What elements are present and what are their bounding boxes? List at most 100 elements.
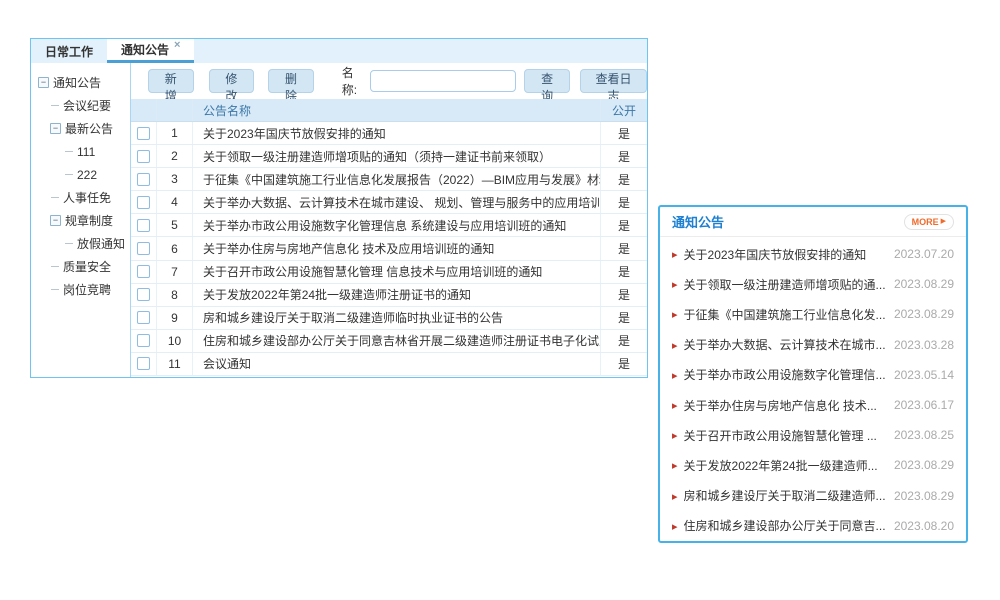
- tree-expand-icon[interactable]: [64, 169, 73, 180]
- notice-title[interactable]: 房和城乡建设厅关于取消二级建造师...: [684, 487, 886, 504]
- tree-expand-icon[interactable]: [50, 284, 59, 295]
- row-checkbox[interactable]: [137, 334, 150, 347]
- tree-node[interactable]: 最新公告: [31, 117, 130, 140]
- tree-expand-icon[interactable]: [64, 146, 73, 157]
- tree-expand-icon[interactable]: [50, 261, 59, 272]
- table-row[interactable]: 1 关于2023年国庆节放假安排的通知 是: [131, 122, 647, 145]
- tree-node[interactable]: 人事任免: [31, 186, 130, 209]
- notice-list-item[interactable]: 住房和城乡建设部办公厅关于同意吉... 2023.08.20: [672, 511, 954, 541]
- tree-node[interactable]: 岗位竞聘: [31, 278, 130, 301]
- notice-list-item[interactable]: 关于发放2022年第24批一级建造师... 2023.08.29: [672, 450, 954, 480]
- notice-list-item[interactable]: 于征集《中国建筑施工行业信息化发... 2023.08.29: [672, 299, 954, 329]
- notice-list-item[interactable]: 关于2023年国庆节放假安排的通知 2023.07.20: [672, 239, 954, 269]
- row-checkbox[interactable]: [137, 311, 150, 324]
- announcement-name[interactable]: 房和城乡建设厅关于取消二级建造师临时执业证书的公告: [193, 307, 601, 329]
- bullet-arrow-icon: [672, 305, 684, 323]
- tree-node[interactable]: 111: [31, 140, 130, 163]
- content-area: 新增 修改 删除 名称: 查询 查看日志 公告名称 公开 1: [131, 63, 647, 377]
- row-index: 5: [157, 214, 193, 236]
- notice-list-item[interactable]: 关于召开市政公用设施智慧化管理 ... 2023.08.25: [672, 420, 954, 450]
- tree-node[interactable]: 222: [31, 163, 130, 186]
- announcement-name[interactable]: 关于发放2022年第24批一级建造师注册证书的通知: [193, 284, 601, 306]
- notice-list-item[interactable]: 关于领取一级注册建造师增项贴的通... 2023.08.29: [672, 269, 954, 299]
- announcement-name[interactable]: 关于举办市政公用设施数字化管理信息 系统建设与应用培训班的通知: [193, 214, 601, 236]
- checkbox-cell: [131, 261, 157, 283]
- row-checkbox[interactable]: [137, 150, 150, 163]
- announcement-name[interactable]: 于征集《中国建筑施工行业信息化发展报告（2022）—BIM应用与发展》材料的函: [193, 168, 601, 190]
- row-checkbox[interactable]: [137, 265, 150, 278]
- tree-node[interactable]: 会议纪要: [31, 94, 130, 117]
- notice-list: 关于2023年国庆节放假安排的通知 2023.07.20 关于领取一级注册建造师…: [660, 237, 966, 541]
- search-button[interactable]: 查询: [524, 69, 570, 93]
- notice-title[interactable]: 关于举办大数据、云计算技术在城市...: [684, 336, 886, 353]
- bullet-arrow-icon: [672, 487, 684, 505]
- row-checkbox[interactable]: [137, 127, 150, 140]
- tree-node[interactable]: 质量安全: [31, 255, 130, 278]
- table-row[interactable]: 2 关于领取一级注册建造师增项贴的通知（须持一建证书前来领取） 是: [131, 145, 647, 168]
- table-row[interactable]: 7 关于召开市政公用设施智慧化管理 信息技术与应用培训班的通知 是: [131, 261, 647, 284]
- tab-notice-announcement[interactable]: 通知公告 ×: [107, 39, 194, 63]
- row-index: 10: [157, 330, 193, 352]
- tree-node-label: 222: [77, 168, 97, 182]
- notice-board-widget: 通知公告 MORE ▶ 关于2023年国庆节放假安排的通知 2023.07.20…: [658, 205, 968, 543]
- notice-list-item[interactable]: 关于举办大数据、云计算技术在城市... 2023.03.28: [672, 330, 954, 360]
- tree-expand-icon[interactable]: [50, 123, 61, 134]
- table-row[interactable]: 5 关于举办市政公用设施数字化管理信息 系统建设与应用培训班的通知 是: [131, 214, 647, 237]
- table-row[interactable]: 9 房和城乡建设厅关于取消二级建造师临时执业证书的公告 是: [131, 307, 647, 330]
- public-flag: 是: [601, 191, 647, 213]
- notice-title[interactable]: 关于举办住房与房地产信息化 技术...: [684, 397, 886, 414]
- table-row[interactable]: 10 住房和城乡建设部办公厅关于同意吉林省开展二级建造师注册证书电子化试点的..…: [131, 330, 647, 353]
- table-row[interactable]: 6 关于举办住房与房地产信息化 技术及应用培训班的通知 是: [131, 237, 647, 260]
- notice-list-item[interactable]: 关于举办住房与房地产信息化 技术... 2023.06.17: [672, 390, 954, 420]
- tree-expand-icon[interactable]: [50, 215, 61, 226]
- more-button[interactable]: MORE ▶: [904, 214, 954, 230]
- announcement-name[interactable]: 关于2023年国庆节放假安排的通知: [193, 122, 601, 144]
- row-checkbox[interactable]: [137, 357, 150, 370]
- announcement-name[interactable]: 会议通知: [193, 353, 601, 375]
- row-checkbox[interactable]: [137, 288, 150, 301]
- tree-node[interactable]: 放假通知: [31, 232, 130, 255]
- row-checkbox[interactable]: [137, 173, 150, 186]
- tree-expand-icon[interactable]: [50, 100, 59, 111]
- notice-list-item[interactable]: 房和城乡建设厅关于取消二级建造师... 2023.08.29: [672, 481, 954, 511]
- announcement-name[interactable]: 关于举办住房与房地产信息化 技术及应用培训班的通知: [193, 237, 601, 259]
- close-tab-icon[interactable]: ×: [174, 40, 180, 51]
- bullet-arrow-icon: [672, 245, 684, 263]
- tree-node[interactable]: 规章制度: [31, 209, 130, 232]
- tree-expand-icon[interactable]: [50, 192, 59, 203]
- row-checkbox[interactable]: [137, 242, 150, 255]
- notice-title[interactable]: 关于举办市政公用设施数字化管理信...: [684, 366, 886, 383]
- announcement-name[interactable]: 关于领取一级注册建造师增项贴的通知（须持一建证书前来领取）: [193, 145, 601, 167]
- announcement-name[interactable]: 关于举办大数据、云计算技术在城市建设、 规划、管理与服务中的应用培训班的...: [193, 191, 601, 213]
- table-row[interactable]: 8 关于发放2022年第24批一级建造师注册证书的通知 是: [131, 284, 647, 307]
- notice-title[interactable]: 关于领取一级注册建造师增项贴的通...: [684, 276, 886, 293]
- notice-title[interactable]: 关于2023年国庆节放假安排的通知: [684, 246, 886, 263]
- notice-list-item[interactable]: 关于举办市政公用设施数字化管理信... 2023.05.14: [672, 360, 954, 390]
- tree-node[interactable]: 通知公告: [31, 71, 130, 94]
- row-checkbox[interactable]: [137, 219, 150, 232]
- notice-title[interactable]: 关于发放2022年第24批一级建造师...: [684, 457, 886, 474]
- table-row[interactable]: 3 于征集《中国建筑施工行业信息化发展报告（2022）—BIM应用与发展》材料的…: [131, 168, 647, 191]
- name-filter-input[interactable]: [370, 70, 516, 92]
- add-button[interactable]: 新增: [148, 69, 194, 93]
- row-checkbox[interactable]: [137, 196, 150, 209]
- row-index: 9: [157, 307, 193, 329]
- view-log-button[interactable]: 查看日志: [580, 69, 647, 93]
- notice-title[interactable]: 住房和城乡建设部办公厅关于同意吉...: [684, 517, 886, 534]
- table-row[interactable]: 4 关于举办大数据、云计算技术在城市建设、 规划、管理与服务中的应用培训班的..…: [131, 191, 647, 214]
- public-flag: 是: [601, 353, 647, 375]
- edit-button[interactable]: 修改: [209, 69, 255, 93]
- announcement-name[interactable]: 住房和城乡建设部办公厅关于同意吉林省开展二级建造师注册证书电子化试点的...: [193, 330, 601, 352]
- notice-title[interactable]: 于征集《中国建筑施工行业信息化发...: [684, 306, 886, 323]
- notice-title[interactable]: 关于召开市政公用设施智慧化管理 ...: [684, 427, 886, 444]
- delete-button[interactable]: 删除: [268, 69, 314, 93]
- tree-node-label: 规章制度: [65, 212, 113, 229]
- tree-expand-icon[interactable]: [64, 238, 73, 249]
- public-flag: 是: [601, 330, 647, 352]
- tree-expand-icon[interactable]: [38, 77, 49, 88]
- tab-daily-work[interactable]: 日常工作: [31, 39, 107, 63]
- panel-body: 通知公告 会议纪要 最新公告 111: [31, 63, 647, 377]
- notice-date: 2023.08.29: [894, 489, 954, 503]
- announcement-name[interactable]: 关于召开市政公用设施智慧化管理 信息技术与应用培训班的通知: [193, 261, 601, 283]
- table-row[interactable]: 11 会议通知 是: [131, 353, 647, 376]
